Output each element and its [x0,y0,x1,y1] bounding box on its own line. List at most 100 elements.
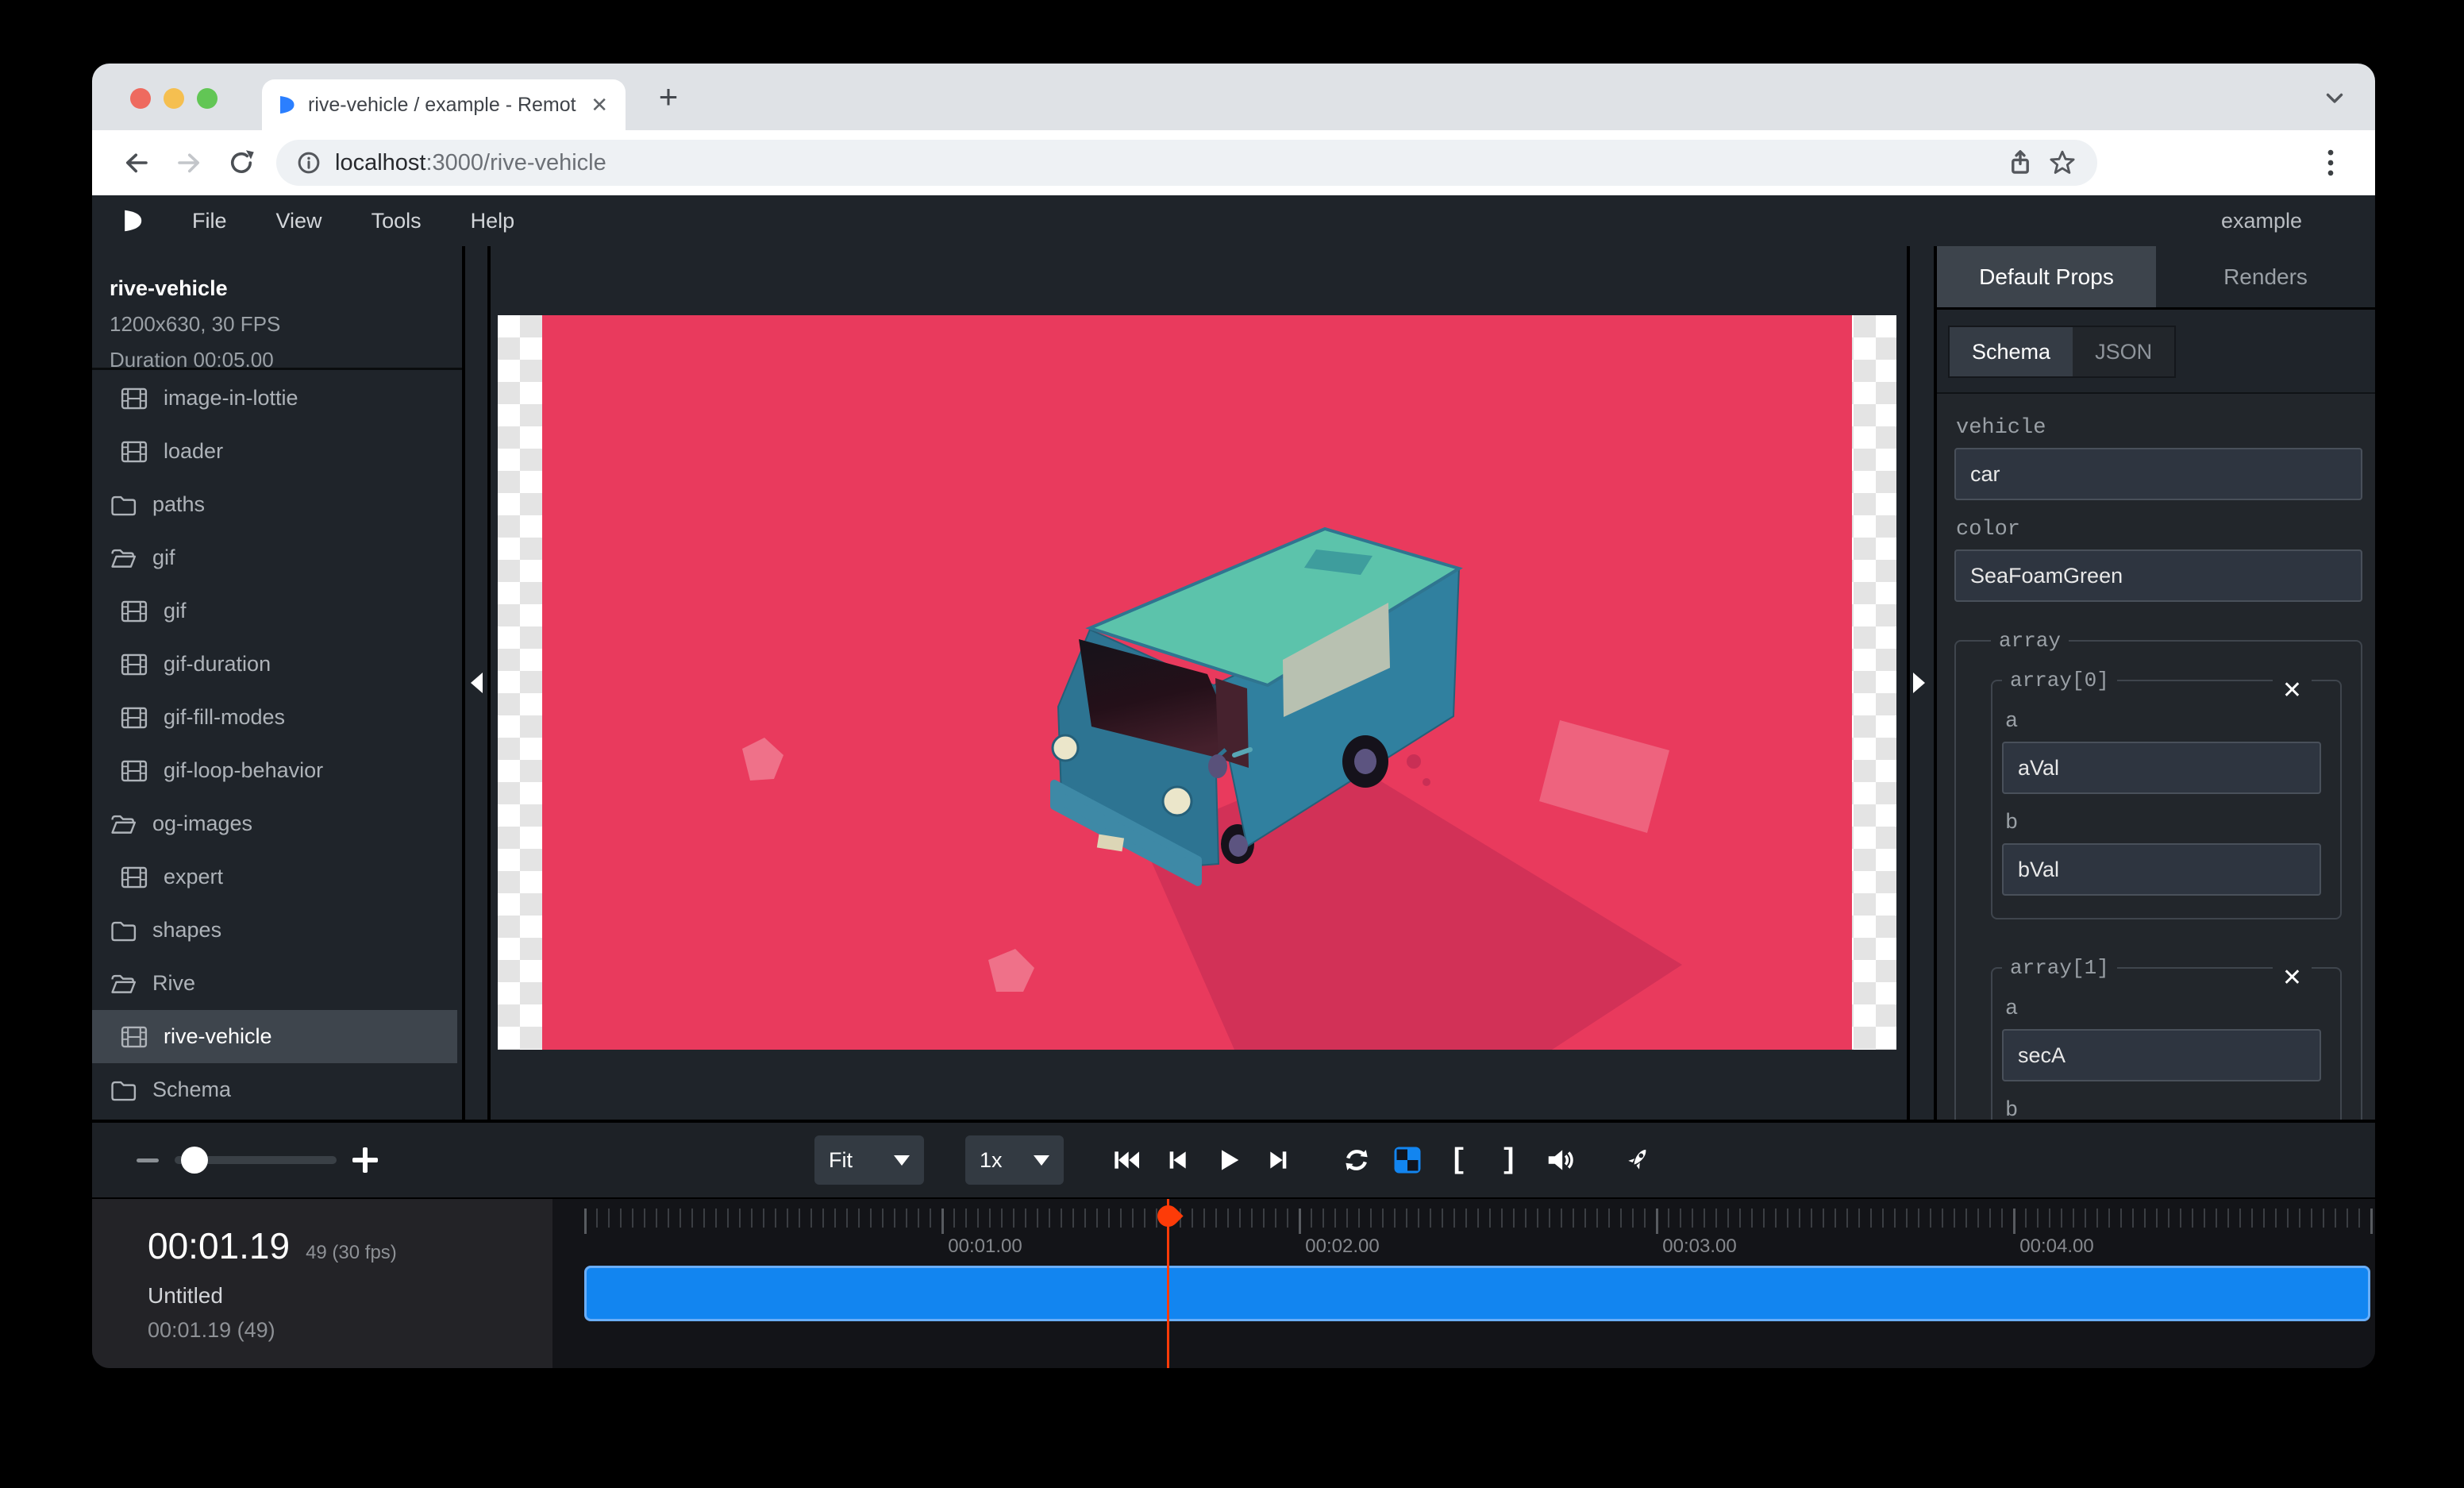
menu-help[interactable]: Help [471,209,515,233]
tab-close-icon[interactable]: ✕ [591,93,608,118]
field-label-b: b [2005,1099,2321,1120]
skip-to-start-button[interactable] [1111,1145,1142,1175]
playback-speed-dropdown[interactable]: 1x [965,1135,1064,1185]
macos-traffic-lights [130,88,218,109]
props-form: vehicle car color SeaFoamGreen array arr… [1937,394,2375,1120]
ruler-label-2s: 00:02.00 [1279,1236,1406,1258]
field-label-vehicle: vehicle [1956,416,2362,440]
in-marker-button[interactable]: [ [1443,1145,1473,1175]
timeline-track-area: 00:01.00 00:02.00 00:03.00 00:04.00 [584,1199,2372,1368]
collapse-right-icon[interactable] [1913,673,1925,693]
array-1-legend: array[1] [2002,956,2117,980]
field-label-color: color [1956,518,2362,542]
menu-tools[interactable]: Tools [372,209,422,233]
fullscreen-window-button[interactable] [197,88,218,109]
array-1-a-input[interactable]: secA [2002,1029,2321,1081]
sidebar-folder-shapes[interactable]: shapes [92,904,462,957]
array-group: array array[0] ✕ a aVal b bVal array[1] … [1954,629,2362,1120]
forward-button[interactable] [171,145,206,180]
field-label-a: a [2005,997,2321,1021]
toggle-schema[interactable]: Schema [1950,327,2073,376]
props-collapse-strip [1907,246,1937,1120]
render-rocket-button[interactable] [1623,1145,1653,1175]
field-label-b: b [2005,811,2321,835]
color-input[interactable]: SeaFoamGreen [1954,549,2362,602]
composition-preview [498,315,1896,1050]
current-timecode: 00:01.19 [148,1224,290,1267]
reload-button[interactable] [224,145,259,180]
frame-counter: 49 (30 fps) [306,1242,397,1264]
array-0-legend: array[0] [2002,669,2117,692]
menu-file[interactable]: File [192,209,227,233]
menu-view[interactable]: View [276,209,322,233]
loop-toggle-button[interactable] [1342,1145,1372,1175]
remove-array-0-icon[interactable]: ✕ [2273,677,2312,705]
sidebar-item-expert[interactable]: expert [92,850,462,904]
ruler-label-4s: 00:04.00 [1993,1236,2120,1258]
ruler-label-1s: 00:01.00 [922,1236,1049,1258]
schema-json-toggle: Schema JSON [1937,310,2375,394]
film-icon [121,864,148,891]
transport-controls: Fit 1x [814,1135,1653,1185]
vehicle-input[interactable]: car [1954,448,2362,500]
zoom-in-icon[interactable] [352,1147,378,1173]
timeline-track-bar[interactable] [584,1266,2370,1321]
sidebar-item-loader[interactable]: loader [92,425,462,478]
out-marker-button[interactable]: ] [1494,1145,1524,1175]
browser-menu-icon[interactable] [2313,148,2348,177]
close-window-button[interactable] [130,88,151,109]
tab-renders[interactable]: Renders [2156,246,2375,307]
zoom-slider[interactable] [175,1156,337,1164]
tab-search-chevron-icon[interactable] [2321,84,2348,111]
volume-button[interactable] [1545,1145,1575,1175]
folder-icon [110,917,137,944]
next-frame-button[interactable] [1264,1145,1294,1175]
sidebar-folder-schema[interactable]: Schema [92,1063,462,1116]
remove-array-1-icon[interactable]: ✕ [2273,964,2312,993]
minimize-window-button[interactable] [164,88,184,109]
timeline-ruler[interactable] [584,1209,2372,1228]
share-icon[interactable] [2007,149,2034,176]
composition-title: rive-vehicle [110,276,462,301]
site-info-icon[interactable] [297,151,321,175]
preview-canvas [491,246,1907,1120]
browser-tab[interactable]: rive-vehicle / example - Remot ✕ [262,79,626,130]
tab-title: rive-vehicle / example - Remot [308,94,578,117]
canvas-zoom-control [137,1123,378,1197]
sidebar-item-gif[interactable]: gif [92,584,462,638]
array-legend: array [1991,629,2069,653]
address-bar[interactable]: localhost:3000/rive-vehicle [276,140,2097,186]
sidebar-item-gif-fill-modes[interactable]: gif-fill-modes [92,691,462,744]
back-button[interactable] [119,145,154,180]
film-icon [121,385,148,412]
sidebar-folder-og-images[interactable]: og-images [92,797,462,850]
previous-frame-button[interactable] [1162,1145,1192,1175]
transparency-toggle-button[interactable] [1392,1145,1423,1175]
array-0-b-input[interactable]: bVal [2002,843,2321,896]
sidebar-folder-rive[interactable]: Rive [92,957,462,1010]
sidebar-item-gif-duration[interactable]: gif-duration [92,638,462,691]
collapse-left-icon[interactable] [471,673,483,693]
composition-resolution: 1200x630, 30 FPS [110,312,462,337]
array-0-a-input[interactable]: aVal [2002,742,2321,794]
field-label-a: a [2005,710,2321,734]
main-area: rive-vehicle 1200x630, 30 FPS Duration 0… [92,246,2375,1120]
remotion-logo-icon [124,209,143,233]
zoom-out-icon[interactable] [137,1158,159,1162]
sidebar-item-gif-loop-behavior[interactable]: gif-loop-behavior [92,744,462,797]
array-item-1: array[1] ✕ a secA b [1991,956,2342,1120]
sidebar-item-rive-vehicle[interactable]: rive-vehicle [92,1010,457,1063]
bookmark-star-icon[interactable] [2048,148,2077,177]
toggle-json[interactable]: JSON [2073,327,2174,376]
sidebar-folder-paths[interactable]: paths [92,478,462,531]
url-text: localhost:3000/rive-vehicle [335,150,606,176]
new-tab-button[interactable]: + [646,75,691,119]
fit-dropdown[interactable]: Fit [814,1135,924,1185]
tab-default-props[interactable]: Default Props [1937,246,2156,307]
play-button[interactable] [1213,1145,1243,1175]
composition-info: rive-vehicle 1200x630, 30 FPS Duration 0… [92,246,462,370]
sidebar-item-image-in-lottie[interactable]: image-in-lottie [92,372,462,425]
sidebar-folder-gif[interactable]: gif [92,531,462,584]
zoom-slider-knob[interactable] [181,1147,208,1174]
array-item-0: array[0] ✕ a aVal b bVal [1991,669,2342,919]
